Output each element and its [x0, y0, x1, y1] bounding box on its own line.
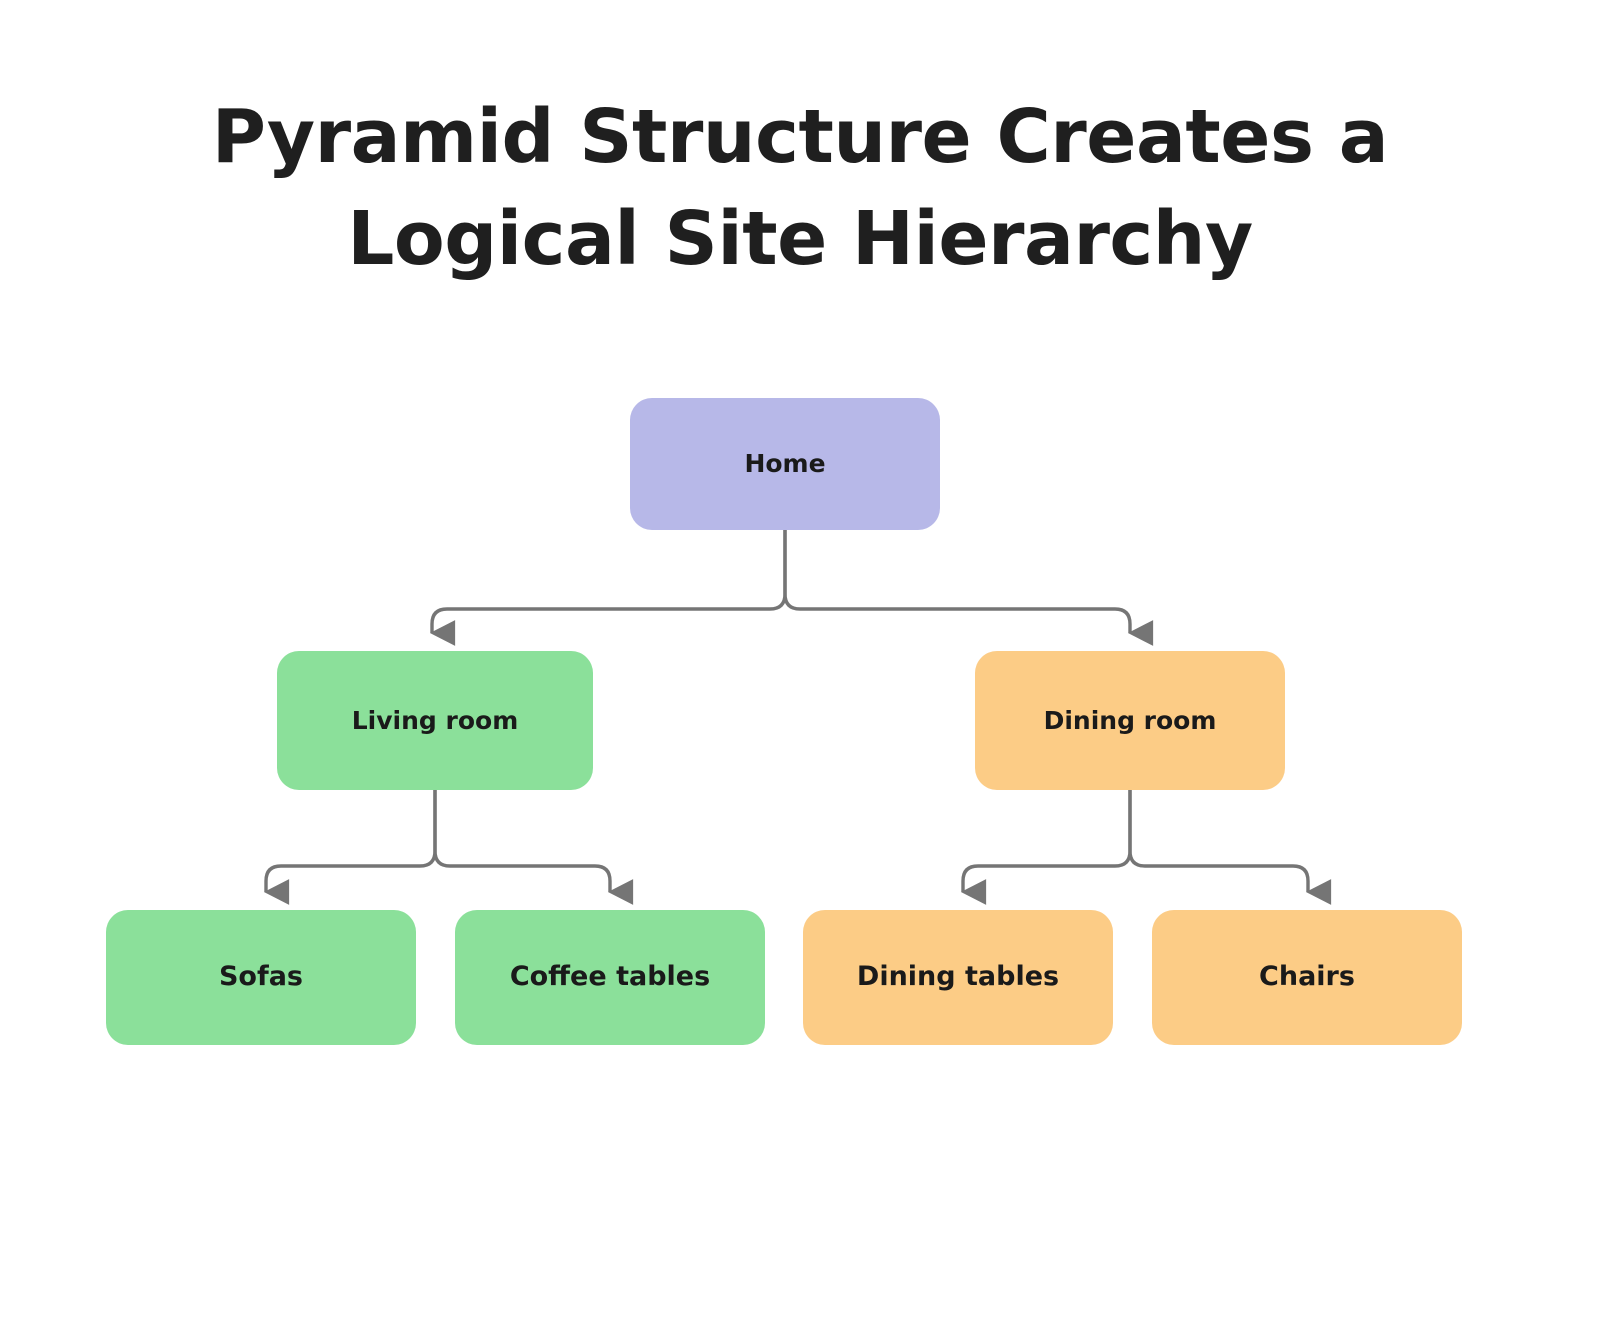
diagram-node-coffee-tables[interactable]: Coffee tables: [455, 910, 765, 1045]
node-label: Coffee tables: [509, 961, 711, 993]
edge-dining-room-dining-tables: [960, 790, 1132, 905]
diagram-node-chairs[interactable]: Chairs: [1152, 910, 1462, 1045]
diagram-node-dining-room[interactable]: Dining room: [975, 651, 1285, 790]
diagram-node-home[interactable]: Home: [630, 398, 940, 530]
node-label: Sofas: [218, 961, 304, 993]
node-label: Dining tables: [856, 961, 1060, 993]
edge-living-room-sofas: [263, 790, 437, 905]
node-label: Dining room: [1043, 705, 1217, 735]
node-label: Living room: [351, 705, 519, 735]
edge-living-room-coffee-tables: [433, 790, 634, 905]
node-label: Home: [744, 449, 826, 478]
edge-home-dining-room: [783, 530, 1154, 646]
edge-dining-room-chairs: [1128, 790, 1332, 905]
diagram-node-living-room[interactable]: Living room: [277, 651, 593, 790]
diagram-node-sofas[interactable]: Sofas: [106, 910, 416, 1045]
node-label: Chairs: [1259, 961, 1355, 993]
page-title: Pyramid Structure Creates a Logical Site…: [211, 94, 1389, 283]
infographic-canvas: Pyramid Structure Creates a Logical Site…: [0, 0, 1600, 1317]
diagram-node-dining-tables[interactable]: Dining tables: [803, 910, 1113, 1045]
footer: https://ahrefs.com/blog/seo-silo-structu…: [0, 1128, 1600, 1218]
edge-home-living-room: [429, 530, 787, 646]
